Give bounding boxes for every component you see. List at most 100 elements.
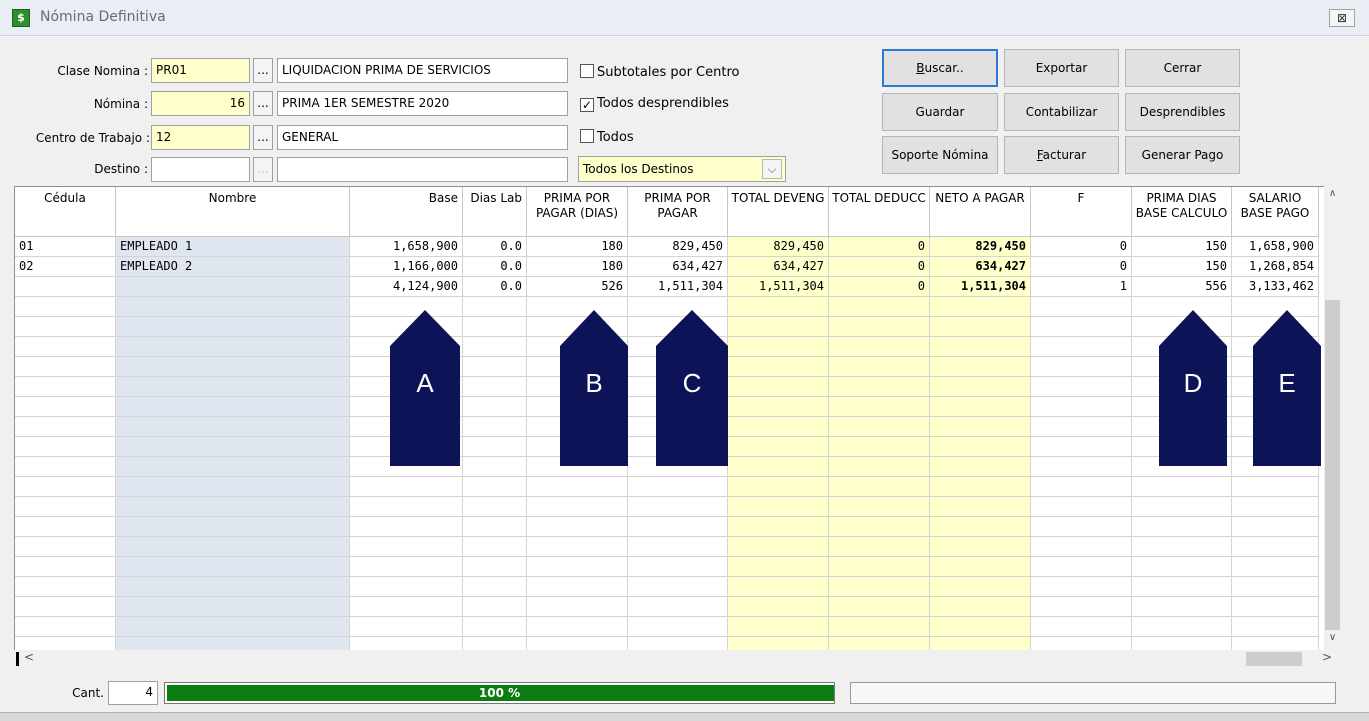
empty-cell[interactable] [628, 557, 728, 577]
empty-cell[interactable] [930, 317, 1031, 337]
empty-cell[interactable] [1232, 497, 1319, 517]
empty-cell[interactable] [15, 417, 116, 437]
empty-cell[interactable] [350, 557, 463, 577]
empty-cell[interactable] [1232, 457, 1319, 477]
empty-cell[interactable] [930, 477, 1031, 497]
empty-cell[interactable] [829, 597, 930, 617]
empty-cell[interactable] [1232, 377, 1319, 397]
empty-cell[interactable] [15, 477, 116, 497]
table-cell-neto[interactable]: 634,427 [930, 257, 1031, 277]
empty-cell[interactable] [527, 297, 628, 317]
empty-cell[interactable] [1132, 417, 1232, 437]
empty-cell[interactable] [116, 377, 350, 397]
empty-cell[interactable] [1132, 577, 1232, 597]
horizontal-scroll-thumb[interactable] [1246, 652, 1302, 666]
empty-cell[interactable] [463, 337, 527, 357]
empty-cell[interactable] [350, 317, 463, 337]
empty-cell[interactable] [1031, 297, 1132, 317]
guardar-button[interactable]: Guardar [882, 93, 998, 131]
empty-cell[interactable] [350, 537, 463, 557]
empty-cell[interactable] [829, 377, 930, 397]
empty-cell[interactable] [1232, 297, 1319, 317]
empty-cell[interactable] [463, 597, 527, 617]
empty-cell[interactable] [829, 617, 930, 637]
table-cell-cedula[interactable]: 02 [15, 257, 116, 277]
empty-cell[interactable] [463, 577, 527, 597]
empty-cell[interactable] [1132, 357, 1232, 377]
table-cell-base[interactable]: 1,658,900 [350, 237, 463, 257]
empty-cell[interactable] [829, 537, 930, 557]
empty-cell[interactable] [15, 517, 116, 537]
empty-cell[interactable] [930, 617, 1031, 637]
table-cell-total-deduc[interactable]: 0 [829, 277, 930, 297]
empty-cell[interactable] [930, 577, 1031, 597]
empty-cell[interactable] [463, 317, 527, 337]
column-header-dias-lab[interactable]: Dias Lab [463, 187, 527, 237]
empty-cell[interactable] [15, 537, 116, 557]
destino-code-input[interactable] [151, 157, 250, 182]
empty-cell[interactable] [1132, 557, 1232, 577]
empty-cell[interactable] [829, 397, 930, 417]
empty-cell[interactable] [350, 497, 463, 517]
empty-cell[interactable] [1132, 597, 1232, 617]
empty-cell[interactable] [728, 357, 829, 377]
empty-cell[interactable] [829, 517, 930, 537]
empty-cell[interactable] [15, 577, 116, 597]
empty-cell[interactable] [628, 617, 728, 637]
column-header-base[interactable]: Base [350, 187, 463, 237]
empty-cell[interactable] [628, 517, 728, 537]
todos-checkbox[interactable]: Todos [580, 129, 634, 145]
empty-cell[interactable] [15, 617, 116, 637]
empty-cell[interactable] [463, 617, 527, 637]
nomina-code-input[interactable]: 16 [151, 91, 250, 116]
empty-cell[interactable] [1232, 317, 1319, 337]
table-cell-prima-base[interactable]: 556 [1132, 277, 1232, 297]
empty-cell[interactable] [728, 517, 829, 537]
todos-desprendibles-checkbox[interactable]: ✓ Todos desprendibles [580, 96, 729, 112]
empty-cell[interactable] [1132, 437, 1232, 457]
empty-cell[interactable] [628, 297, 728, 317]
empty-cell[interactable] [1132, 457, 1232, 477]
table-cell-nombre[interactable]: EMPLEADO 2 [116, 257, 350, 277]
empty-cell[interactable] [1232, 517, 1319, 537]
empty-cell[interactable] [728, 297, 829, 317]
empty-cell[interactable] [350, 617, 463, 637]
empty-cell[interactable] [463, 437, 527, 457]
destinos-select[interactable]: Todos los Destinos ⌵ [578, 156, 786, 182]
table-cell-prima-base[interactable]: 150 [1132, 237, 1232, 257]
empty-cell[interactable] [1031, 617, 1132, 637]
empty-cell[interactable] [15, 457, 116, 477]
empty-cell[interactable] [930, 377, 1031, 397]
empty-cell[interactable] [930, 357, 1031, 377]
empty-cell[interactable] [463, 417, 527, 437]
empty-cell[interactable] [728, 537, 829, 557]
empty-cell[interactable] [728, 497, 829, 517]
empty-cell[interactable] [1232, 557, 1319, 577]
empty-cell[interactable] [628, 497, 728, 517]
scroll-down-icon[interactable]: ∨ [1324, 632, 1341, 648]
scroll-right-icon[interactable]: > [1322, 650, 1332, 664]
empty-cell[interactable] [116, 517, 350, 537]
empty-cell[interactable] [728, 477, 829, 497]
table-cell-prima-pagar[interactable]: 634,427 [628, 257, 728, 277]
horizontal-scrollbar[interactable]: < > [14, 650, 1341, 668]
empty-cell[interactable] [1232, 577, 1319, 597]
empty-cell[interactable] [350, 417, 463, 437]
empty-cell[interactable] [463, 557, 527, 577]
empty-cell[interactable] [116, 297, 350, 317]
empty-cell[interactable] [728, 377, 829, 397]
empty-cell[interactable] [728, 457, 829, 477]
table-cell-total-deveng[interactable]: 634,427 [728, 257, 829, 277]
empty-cell[interactable] [1132, 297, 1232, 317]
empty-cell[interactable] [15, 497, 116, 517]
empty-cell[interactable] [463, 517, 527, 537]
empty-cell[interactable] [116, 577, 350, 597]
empty-cell[interactable] [527, 517, 628, 537]
empty-cell[interactable] [350, 457, 463, 477]
empty-cell[interactable] [463, 297, 527, 317]
empty-cell[interactable] [930, 457, 1031, 477]
empty-cell[interactable] [1031, 337, 1132, 357]
table-cell-nombre[interactable]: EMPLEADO 1 [116, 237, 350, 257]
empty-cell[interactable] [1031, 317, 1132, 337]
table-cell-cedula[interactable] [15, 277, 116, 297]
